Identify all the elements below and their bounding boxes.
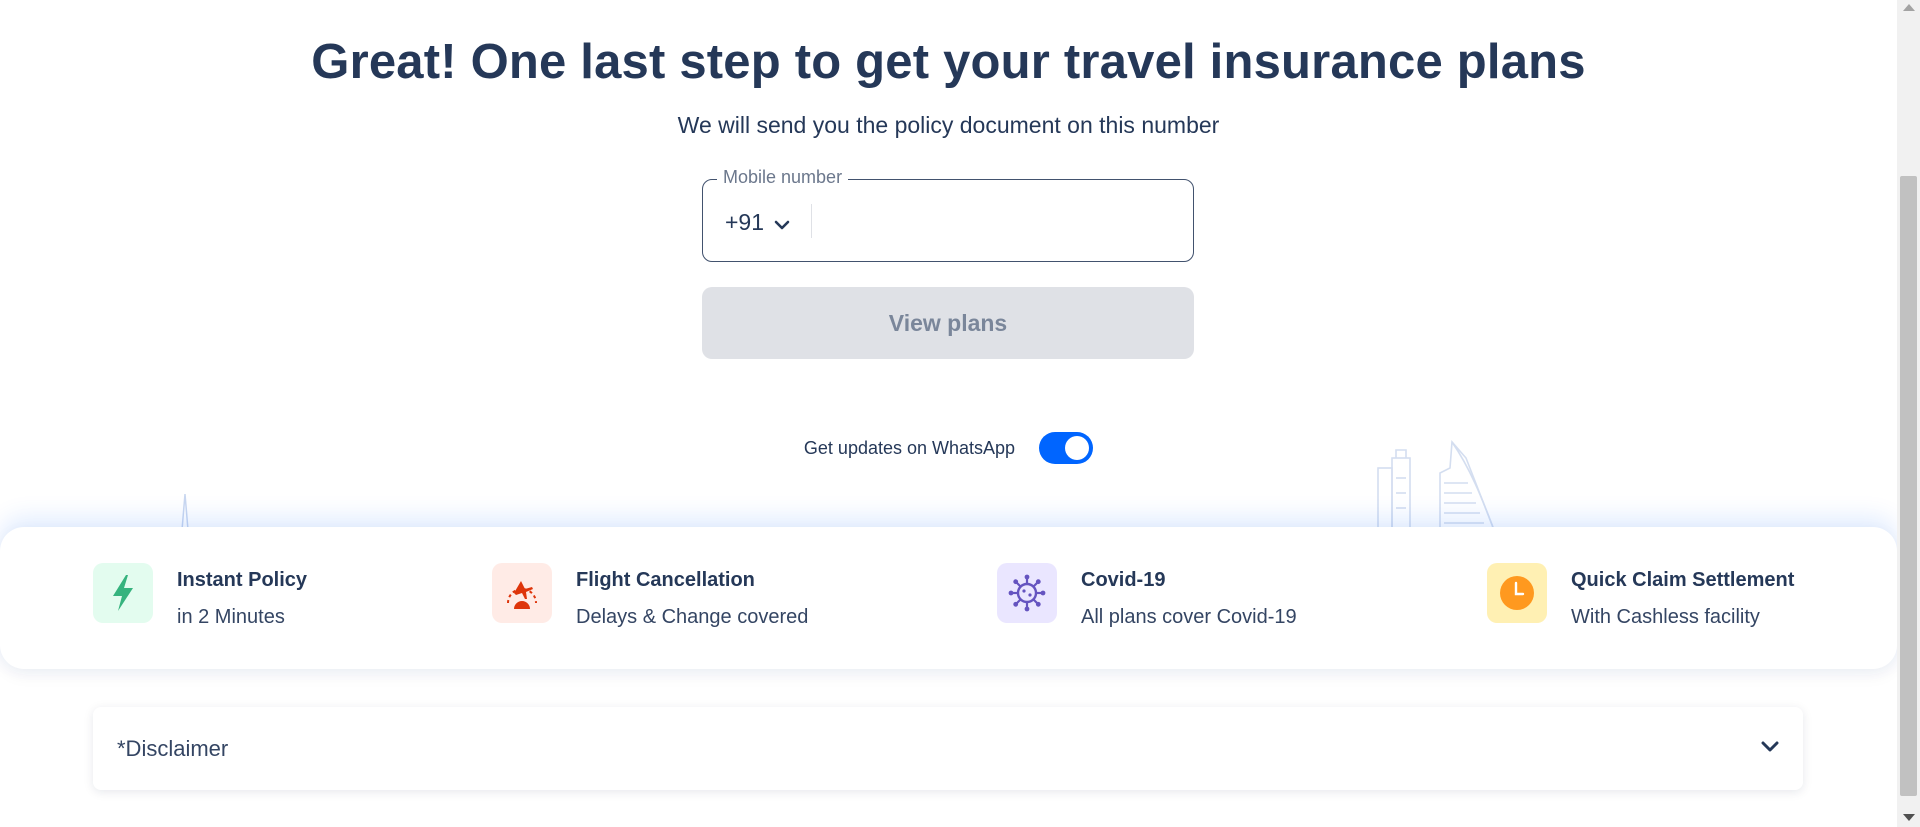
feature-instant-policy: Instant Policy in 2 Minutes — [93, 563, 307, 629]
disclaimer-accordion[interactable]: *Disclaimer — [93, 707, 1803, 790]
virus-icon — [997, 563, 1057, 623]
tower-illustration — [181, 493, 189, 530]
toggle-knob — [1065, 436, 1090, 460]
feature-quick-claim: Quick Claim Settlement With Cashless fac… — [1487, 563, 1794, 629]
mobile-number-label: Mobile number — [717, 167, 849, 188]
whatsapp-updates-label: Get updates on WhatsApp — [803, 437, 1016, 458]
feature-subtitle: With Cashless facility — [1571, 606, 1760, 628]
whatsapp-updates-row: Get updates on WhatsApp — [0, 432, 1897, 464]
features-panel: Instant Policy in 2 Minutes Flight Cance… — [0, 527, 1897, 669]
vertical-scrollbar[interactable] — [1897, 0, 1920, 827]
country-code-value: +91 — [725, 208, 765, 235]
feature-title: Instant Policy — [177, 569, 308, 591]
feature-flight-cancellation: Flight Cancellation Delays & Change cove… — [492, 563, 808, 629]
chevron-down-icon — [774, 209, 790, 236]
disclaimer-label: *Disclaimer — [117, 735, 229, 761]
feature-title: Flight Cancellation — [576, 569, 755, 591]
lightning-icon — [93, 563, 153, 623]
feature-subtitle: Delays & Change covered — [576, 606, 809, 628]
scroll-up-arrow-icon[interactable] — [1903, 4, 1915, 11]
feature-subtitle: in 2 Minutes — [177, 606, 285, 628]
view-plans-button[interactable]: View plans — [702, 287, 1194, 359]
page: Great! One last step to get your travel … — [0, 0, 1897, 827]
scrollbar-thumb[interactable] — [1900, 176, 1917, 796]
page-title: Great! One last step to get your travel … — [311, 35, 1586, 89]
mobile-number-field: Mobile number +91 — [702, 167, 1194, 262]
mobile-number-input[interactable] — [823, 196, 1179, 246]
feature-subtitle: All plans cover Covid-19 — [1081, 606, 1297, 628]
chevron-down-icon — [1761, 740, 1779, 758]
feature-title: Quick Claim Settlement — [1571, 569, 1795, 591]
scroll-down-arrow-icon[interactable] — [1903, 814, 1915, 821]
flight-cancel-icon — [492, 563, 552, 623]
feature-title: Covid-19 — [1081, 569, 1166, 591]
country-code-divider — [811, 204, 812, 238]
country-code-select[interactable]: +91 — [725, 206, 790, 238]
page-subtitle: We will send you the policy document on … — [677, 112, 1220, 138]
whatsapp-updates-toggle[interactable] — [1039, 432, 1094, 464]
clock-icon — [1487, 563, 1547, 623]
feature-covid-19: Covid-19 All plans cover Covid-19 — [997, 563, 1297, 629]
